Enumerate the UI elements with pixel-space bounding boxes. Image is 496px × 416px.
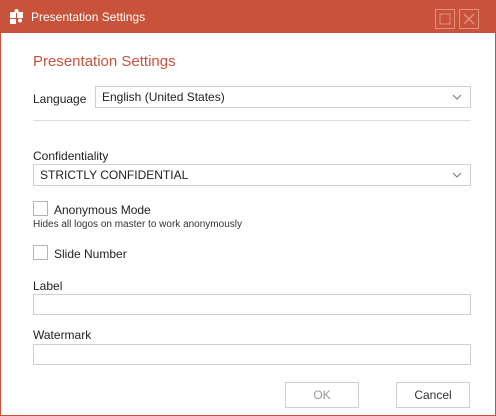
- section-divider: [33, 120, 471, 121]
- ok-button[interactable]: OK: [285, 382, 359, 408]
- presentation-settings-window: Presentation Settings Presentation Setti…: [0, 0, 496, 416]
- chevron-down-icon: [452, 94, 462, 100]
- confidentiality-label: Confidentiality: [33, 149, 109, 163]
- puzzle-icon: [10, 9, 23, 24]
- anonymous-mode-hint: Hides all logos on master to work anonym…: [33, 219, 242, 230]
- language-label: Language: [33, 92, 87, 106]
- maximize-icon: [439, 13, 451, 25]
- language-select[interactable]: English (United States): [95, 86, 471, 108]
- anonymous-mode-label: Anonymous Mode: [54, 203, 151, 217]
- confidentiality-value: STRICTLY CONFIDENTIAL: [40, 168, 189, 182]
- confidentiality-select[interactable]: STRICTLY CONFIDENTIAL: [33, 164, 471, 186]
- close-button[interactable]: [459, 9, 479, 29]
- chevron-down-icon: [452, 172, 462, 178]
- dialog-heading: Presentation Settings: [33, 53, 176, 70]
- close-icon: [463, 13, 475, 25]
- anonymous-mode-checkbox[interactable]: [33, 201, 48, 216]
- label-field-label: Label: [33, 279, 63, 293]
- watermark-input[interactable]: [33, 344, 471, 365]
- maximize-button[interactable]: [435, 9, 455, 29]
- language-value: English (United States): [102, 90, 225, 104]
- slide-number-label: Slide Number: [54, 247, 127, 261]
- window-title: Presentation Settings: [31, 10, 146, 24]
- label-input[interactable]: [33, 294, 471, 315]
- watermark-field-label: Watermark: [33, 328, 92, 342]
- slide-number-checkbox[interactable]: [33, 245, 48, 260]
- title-bar: Presentation Settings: [1, 1, 495, 33]
- cancel-button[interactable]: Cancel: [396, 382, 470, 408]
